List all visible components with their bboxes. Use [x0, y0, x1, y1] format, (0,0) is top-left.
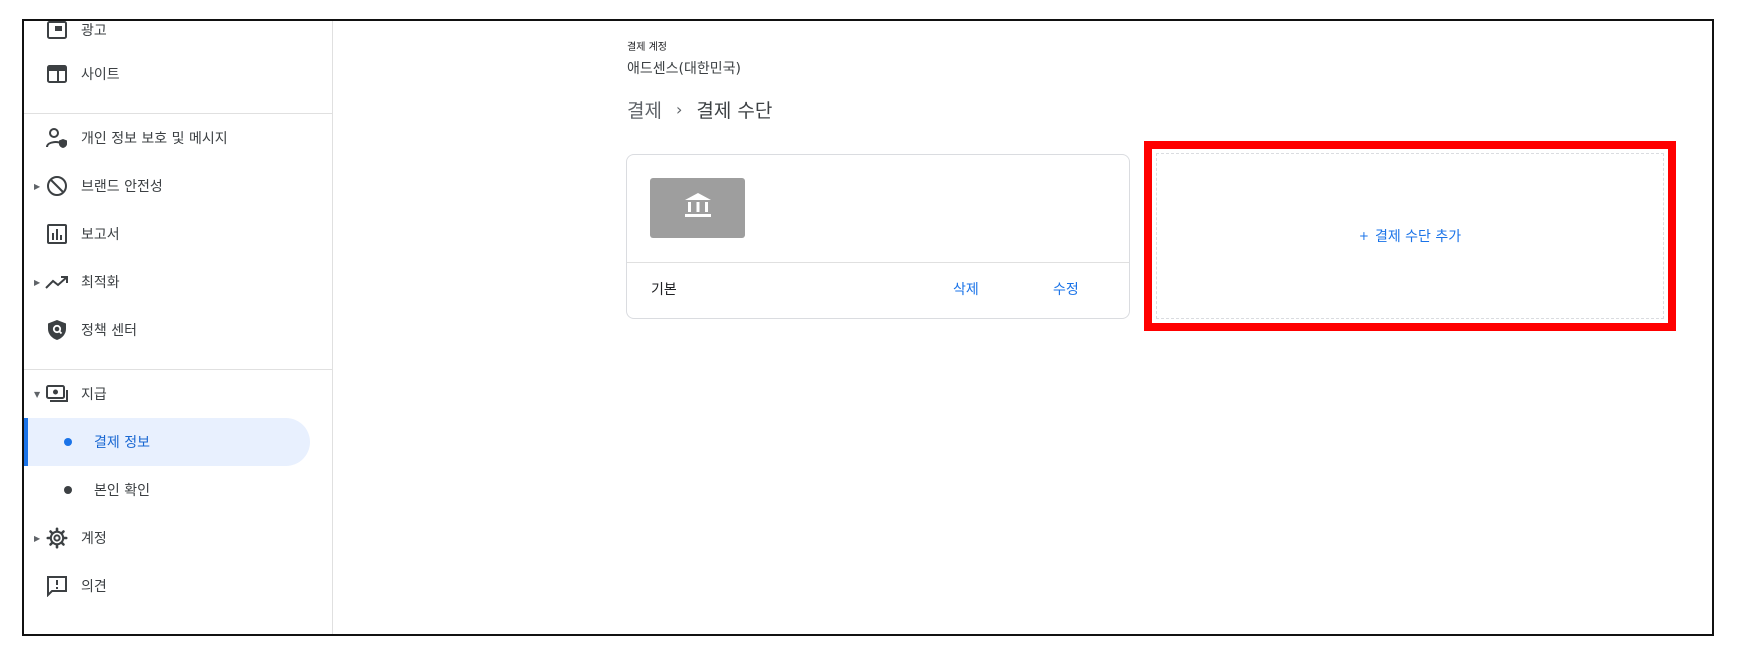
default-label: 기본 [651, 282, 677, 298]
sidebar-item-payments[interactable]: ▼ 지급 [24, 370, 310, 418]
sidebar-item-label: 브랜드 안전성 [81, 179, 163, 195]
sidebar-item-reports[interactable]: 보고서 [24, 210, 310, 258]
sidebar-item-identity-verification[interactable]: 본인 확인 [24, 466, 310, 514]
payments-icon [45, 382, 69, 406]
sidebar-item-ads[interactable]: 광고 [24, 21, 310, 54]
sidebar-item-sites[interactable]: 사이트 [24, 50, 310, 98]
trending-up-icon [45, 270, 69, 294]
sidebar-item-label: 지급 [81, 387, 107, 403]
highlight-box: + 결제 수단 추가 [1144, 141, 1676, 331]
bank-icon [683, 191, 713, 225]
sidebar-item-feedback[interactable]: 의견 [24, 562, 310, 610]
sidebar-item-label: 결제 정보 [94, 435, 150, 451]
sidebar-item-optimization[interactable]: ▶ 최적화 [24, 258, 310, 306]
app-window: 광고 사이트 개인 정보 보호 및 메시지 ▶ 브랜드 안전성 보고서 ▶ 최적… [22, 19, 1714, 636]
caret-down-icon: ▼ [34, 389, 41, 399]
breadcrumb: 결제 › 결제 수단 [627, 96, 772, 123]
caret-right-icon: ▶ [34, 277, 41, 287]
add-payment-method-text: 결제 수단 추가 [1374, 229, 1462, 245]
bullet-dot-icon [64, 486, 72, 494]
bullet-dot-icon [64, 438, 72, 446]
edit-button[interactable]: 수정 [1053, 279, 1079, 299]
card-divider [627, 262, 1129, 263]
sidebar-item-label: 광고 [81, 23, 107, 39]
sidebar-item-label: 보고서 [81, 227, 120, 243]
feedback-icon [45, 574, 69, 598]
sidebar-item-privacy[interactable]: 개인 정보 보호 및 메시지 [24, 114, 310, 162]
plus-icon: + [1358, 229, 1369, 243]
policy-shield-icon [45, 318, 69, 342]
delete-button[interactable]: 삭제 [953, 279, 979, 299]
account-label: 결제 계정 [627, 42, 667, 53]
bank-tile [650, 178, 745, 238]
add-payment-method-button[interactable]: + 결제 수단 추가 [1156, 153, 1664, 319]
sidebar-item-label: 사이트 [81, 67, 120, 83]
sidebar-item-account[interactable]: ▶ 계정 [24, 514, 310, 562]
gear-icon [45, 526, 69, 550]
caret-right-icon: ▶ [34, 533, 41, 543]
caret-right-icon: ▶ [34, 181, 41, 191]
privacy-person-icon [45, 126, 69, 150]
sidebar: 광고 사이트 개인 정보 보호 및 메시지 ▶ 브랜드 안전성 보고서 ▶ 최적… [24, 21, 333, 634]
sidebar-item-label: 계정 [81, 531, 107, 547]
ads-icon [45, 21, 69, 42]
sidebar-item-label: 정책 센터 [81, 323, 137, 339]
sidebar-item-policy-center[interactable]: 정책 센터 [24, 306, 310, 354]
account-name: 애드센스(대한민국) [627, 61, 741, 77]
chevron-right-icon: › [675, 100, 683, 119]
bar-chart-icon [45, 222, 69, 246]
payment-method-card: 기본 삭제 수정 [626, 154, 1130, 319]
sidebar-item-label: 의견 [81, 579, 107, 595]
sidebar-item-label: 본인 확인 [94, 483, 150, 499]
sidebar-item-label: 개인 정보 보호 및 메시지 [81, 131, 228, 147]
breadcrumb-current: 결제 수단 [696, 100, 773, 122]
block-icon [45, 174, 69, 198]
sidebar-item-brand-safety[interactable]: ▶ 브랜드 안전성 [24, 162, 310, 210]
sidebar-item-payment-info[interactable]: 결제 정보 [24, 418, 310, 466]
site-icon [45, 62, 69, 86]
sidebar-item-label: 최적화 [81, 275, 120, 291]
add-payment-method-label: + 결제 수단 추가 [1359, 226, 1461, 246]
main-content: 결제 계정 애드센스(대한민국) 결제 › 결제 수단 기본 삭제 수정 + 결… [333, 21, 1712, 634]
breadcrumb-parent[interactable]: 결제 [627, 96, 662, 123]
